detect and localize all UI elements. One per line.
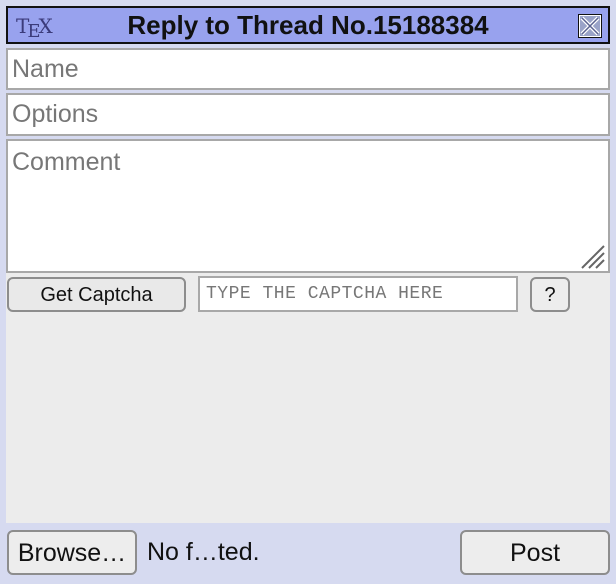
tex-e: E bbox=[27, 21, 41, 42]
close-button[interactable] bbox=[578, 14, 602, 38]
window-title: Reply to Thread No.15188384 bbox=[127, 10, 489, 40]
tex-button[interactable]: TEX bbox=[16, 14, 53, 42]
file-status-text: No f…ted. bbox=[147, 538, 260, 566]
options-field[interactable] bbox=[6, 93, 610, 136]
post-button[interactable]: Post bbox=[460, 530, 610, 575]
captcha-help-button[interactable]: ? bbox=[530, 277, 570, 312]
comment-field[interactable] bbox=[6, 139, 610, 273]
tex-x: X bbox=[38, 14, 53, 38]
close-x-icon bbox=[578, 14, 602, 38]
resize-grip-icon[interactable] bbox=[578, 242, 606, 270]
browse-button[interactable]: Browse… bbox=[7, 530, 137, 575]
captcha-input[interactable] bbox=[198, 276, 518, 312]
titlebar[interactable]: TEX Reply to Thread No.15188384 bbox=[6, 6, 610, 44]
get-captcha-button[interactable]: Get Captcha bbox=[7, 277, 186, 312]
name-field[interactable] bbox=[6, 48, 610, 90]
quick-reply-window: TEX Reply to Thread No.15188384 Get Capt… bbox=[0, 0, 616, 584]
